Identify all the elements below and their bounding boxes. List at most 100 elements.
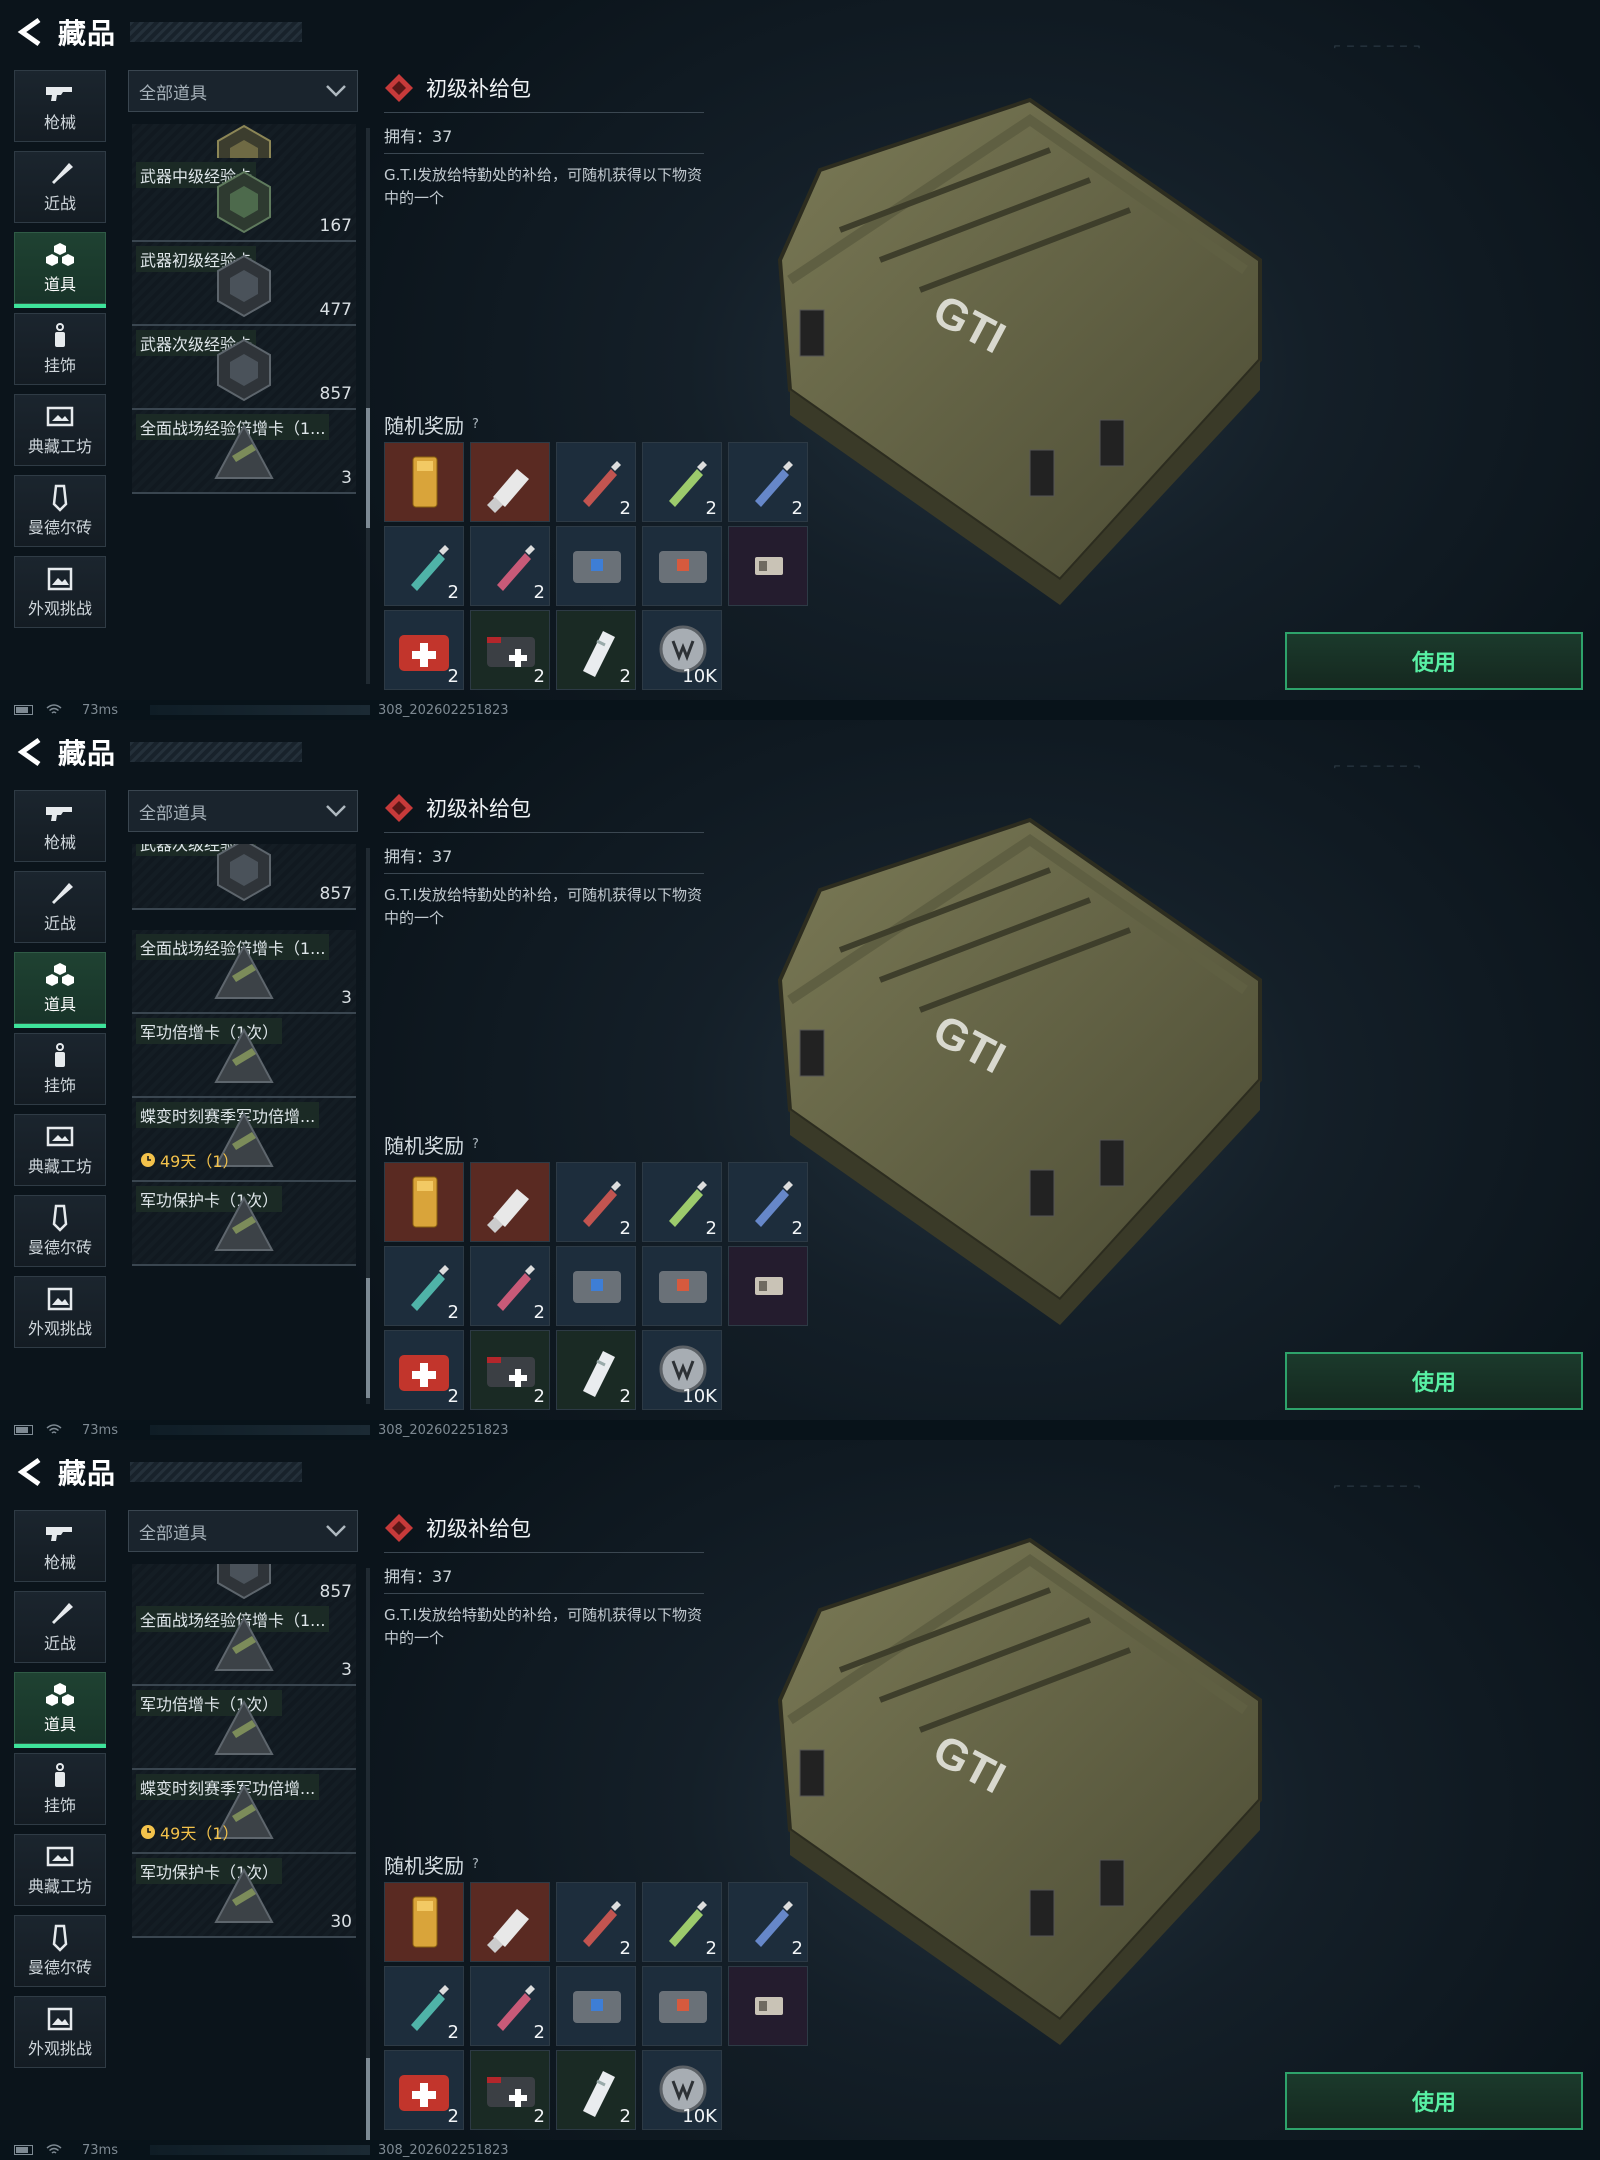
reward-slot[interactable]: 2 <box>384 2050 464 2130</box>
reward-slot[interactable] <box>384 1882 464 1962</box>
reward-slot[interactable]: 2 <box>384 1966 464 2046</box>
back-button[interactable] <box>14 1456 46 1488</box>
list-item[interactable]: 军功保护卡（1次） 30 <box>132 1854 356 1938</box>
nav-item-melee[interactable]: 近战 <box>14 871 106 943</box>
reward-slot[interactable] <box>556 526 636 606</box>
reward-slot[interactable]: 2 <box>642 1882 722 1962</box>
reward-slot[interactable] <box>728 1966 808 2046</box>
use-button[interactable]: 使用 <box>1285 1352 1583 1410</box>
nav-item-workshop[interactable]: 典藏工坊 <box>14 394 106 466</box>
reward-slot[interactable]: 2 <box>556 2050 636 2130</box>
reward-slot[interactable] <box>728 526 808 606</box>
reward-slot[interactable] <box>556 1966 636 2046</box>
reward-slot[interactable]: 2 <box>384 1246 464 1326</box>
list-item[interactable]: 全面战场经验倍增卡（1... 3 <box>132 1602 356 1686</box>
reward-slot[interactable]: 2 <box>384 610 464 690</box>
reward-slot[interactable]: 2 <box>556 1882 636 1962</box>
reward-slot[interactable]: 2 <box>556 610 636 690</box>
reward-slot[interactable] <box>470 1162 550 1242</box>
reward-slot[interactable]: 2 <box>384 526 464 606</box>
list-item[interactable]: 军功倍增卡（1次） <box>132 1014 356 1098</box>
reward-slot[interactable] <box>642 1966 722 2046</box>
nav-item-guns[interactable]: 枪械 <box>14 70 106 142</box>
nav-item-mandel[interactable]: 曼德尔砖 <box>14 1915 106 1987</box>
collection-panel: 藏品 ⌐ ─ ─ ─ ─ ─ ¬ 枪械 近战 道具 挂饰 典藏工坊 曼德尔砖 外… <box>0 720 1600 1440</box>
nav-item-charms[interactable]: 挂饰 <box>14 313 106 385</box>
use-button[interactable]: 使用 <box>1285 632 1583 690</box>
reward-slot[interactable]: 2 <box>470 526 550 606</box>
nav-item-items[interactable]: 道具 <box>14 952 106 1028</box>
nav-item-workshop[interactable]: 典藏工坊 <box>14 1834 106 1906</box>
nav-item-charms[interactable]: 挂饰 <box>14 1753 106 1825</box>
help-icon[interactable]: ? <box>472 1137 479 1152</box>
reward-slot[interactable]: 2 <box>556 1330 636 1410</box>
scroll-thumb[interactable] <box>366 1278 370 1398</box>
nav-item-guns[interactable]: 枪械 <box>14 790 106 862</box>
reward-count: 2 <box>533 1386 545 1407</box>
list-item[interactable]: 蝶变时刻赛季军功倍增... 49天（1） <box>132 1098 356 1182</box>
list-item[interactable]: 武器初级经验卡 477 <box>132 242 356 326</box>
reward-slot[interactable]: 10K <box>642 1330 722 1410</box>
nav-item-melee[interactable]: 近战 <box>14 151 106 223</box>
reward-slot[interactable]: 2 <box>470 1246 550 1326</box>
list-scrollbar[interactable] <box>366 848 370 1404</box>
back-button[interactable] <box>14 736 46 768</box>
reward-slot[interactable] <box>470 1882 550 1962</box>
nav-item-guns[interactable]: 枪械 <box>14 1510 106 1582</box>
reward-slot[interactable]: 2 <box>470 1966 550 2046</box>
reward-slot[interactable]: 2 <box>470 610 550 690</box>
reward-slot[interactable]: 2 <box>728 1162 808 1242</box>
list-scrollbar[interactable] <box>366 1568 370 2160</box>
reward-slot[interactable]: 2 <box>728 442 808 522</box>
help-icon[interactable]: ? <box>472 417 479 432</box>
list-item[interactable]: 军功保护卡（1次） <box>132 1182 356 1266</box>
nav-item-melee[interactable]: 近战 <box>14 1591 106 1663</box>
reward-slot[interactable]: 10K <box>642 610 722 690</box>
nav-item-challenge[interactable]: 外观挑战 <box>14 1276 106 1348</box>
reward-count: 2 <box>619 498 631 519</box>
nav-item-challenge[interactable]: 外观挑战 <box>14 556 106 628</box>
item-detail: 初级补给包 拥有：37 G.T.I发放给特勤处的补给，可随机获得以下物资中的一个 <box>384 70 704 210</box>
list-item[interactable]: 武器中级经验卡 167 <box>132 158 356 242</box>
nav-item-mandel[interactable]: 曼德尔砖 <box>14 1195 106 1267</box>
reward-slot[interactable] <box>642 526 722 606</box>
reward-slot[interactable]: 2 <box>384 1330 464 1410</box>
reward-slot[interactable]: 2 <box>470 1330 550 1410</box>
list-item[interactable]: 全面战场经验倍增卡（1... 3 <box>132 930 356 1014</box>
reward-slot[interactable]: 2 <box>642 442 722 522</box>
list-item[interactable]: 蝶变时刻赛季军功倍增... 49天（1） <box>132 1770 356 1854</box>
reward-slot[interactable]: 2 <box>470 2050 550 2130</box>
nav-item-items[interactable]: 道具 <box>14 232 106 308</box>
filter-label: 全部道具 <box>139 83 207 104</box>
reward-slot[interactable] <box>470 442 550 522</box>
reward-slot[interactable]: 2 <box>556 1162 636 1242</box>
scroll-thumb[interactable] <box>366 408 370 528</box>
back-button[interactable] <box>14 16 46 48</box>
nav-item-items[interactable]: 道具 <box>14 1672 106 1748</box>
use-button-label: 使用 <box>1411 651 1456 676</box>
nav-item-charms[interactable]: 挂饰 <box>14 1033 106 1105</box>
list-item[interactable]: 武器次级经验卡 857 <box>132 326 356 410</box>
item-filter-dropdown[interactable]: 全部道具 <box>128 1510 358 1552</box>
item-filter-dropdown[interactable]: 全部道具 <box>128 790 358 832</box>
list-item[interactable]: 军功倍增卡（1次） <box>132 1686 356 1770</box>
reward-slot[interactable] <box>384 442 464 522</box>
reward-slot[interactable] <box>728 1246 808 1326</box>
nav-item-mandel[interactable]: 曼德尔砖 <box>14 475 106 547</box>
reward-slot[interactable] <box>642 1246 722 1326</box>
help-icon[interactable]: ? <box>472 1857 479 1872</box>
reward-slot[interactable]: 2 <box>642 1162 722 1242</box>
nav-item-challenge[interactable]: 外观挑战 <box>14 1996 106 2068</box>
list-scrollbar[interactable] <box>366 128 370 684</box>
use-button[interactable]: 使用 <box>1285 2072 1583 2130</box>
nav-item-workshop[interactable]: 典藏工坊 <box>14 1114 106 1186</box>
item-filter-dropdown[interactable]: 全部道具 <box>128 70 358 112</box>
reward-slot[interactable] <box>384 1162 464 1242</box>
reward-slot[interactable] <box>556 1246 636 1326</box>
list-item[interactable]: 全面战场经验倍增卡（1... 3 <box>132 410 356 494</box>
reward-slot[interactable]: 2 <box>556 442 636 522</box>
reward-count: 2 <box>705 1938 717 1959</box>
reward-slot[interactable]: 2 <box>728 1882 808 1962</box>
list-item[interactable]: 武器次级经验卡 857 <box>132 844 356 910</box>
reward-slot[interactable]: 10K <box>642 2050 722 2130</box>
